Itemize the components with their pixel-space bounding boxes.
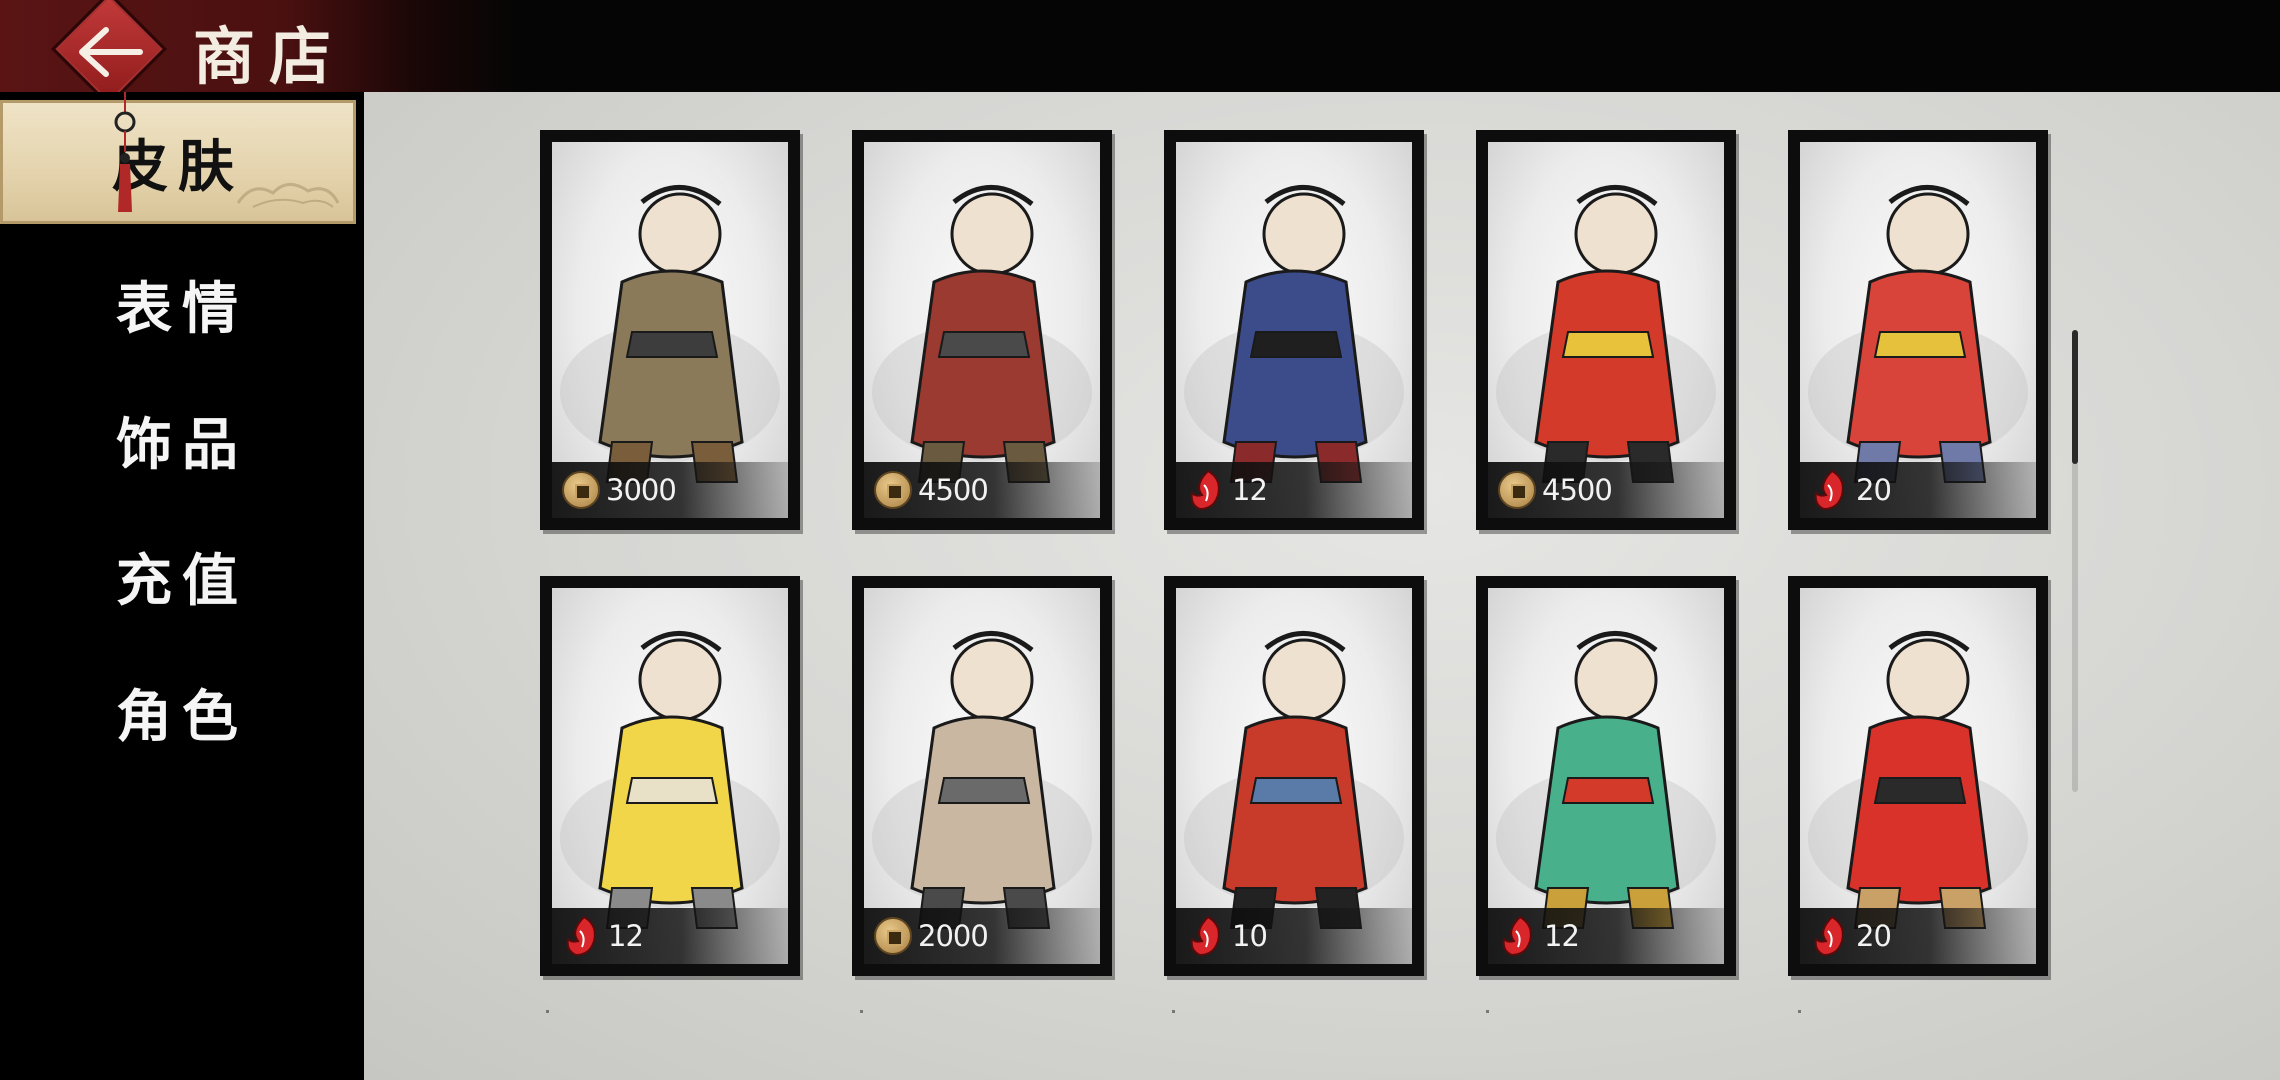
skin-card-artwork: 20	[1800, 588, 2036, 964]
ink-dot	[546, 1010, 549, 1013]
price-label: 4500	[1542, 473, 1613, 507]
price-label: 12	[608, 919, 644, 953]
coin-icon	[1498, 471, 1536, 509]
sidebar-item-emotes[interactable]: 表情	[0, 248, 364, 360]
ink-dot	[1172, 1010, 1175, 1013]
skin-card[interactable]: 3000	[540, 130, 800, 530]
skin-card[interactable]: 10	[1164, 576, 1424, 976]
jade-gem-icon	[1814, 915, 1844, 957]
price-label: 4500	[918, 473, 989, 507]
price-label: 20	[1856, 919, 1892, 953]
ink-dot	[1798, 1010, 1801, 1013]
price-label: 3000	[606, 473, 677, 507]
jade-gem-icon	[1814, 469, 1844, 511]
sidebar-item-characters[interactable]: 角色	[0, 656, 364, 768]
price-label: 20	[1856, 473, 1892, 507]
skin-card[interactable]: 20	[1788, 576, 2048, 976]
ink-dot	[860, 1010, 863, 1013]
price-tag: 20	[1800, 908, 2036, 964]
skin-card[interactable]: 20	[1788, 130, 2048, 530]
sidebar-item-recharge[interactable]: 充值	[0, 520, 364, 632]
skin-card[interactable]: 2000	[852, 576, 1112, 976]
skin-card-artwork: 12	[1176, 142, 1412, 518]
price-label: 12	[1232, 473, 1268, 507]
skin-card[interactable]: 12	[1164, 130, 1424, 530]
page-title: 商店	[193, 20, 346, 93]
category-sidebar: 皮肤 表情 饰品 充值 角色	[0, 92, 364, 1080]
skin-card-artwork: 4500	[1488, 142, 1724, 518]
price-tag: 12	[1488, 908, 1724, 964]
price-tag: 4500	[1488, 462, 1724, 518]
price-tag: 12	[1176, 462, 1412, 518]
price-tag: 3000	[552, 462, 788, 518]
back-arrow-icon[interactable]	[76, 24, 146, 80]
price-tag: 4500	[864, 462, 1100, 518]
scrollbar-thumb[interactable]	[2072, 330, 2078, 464]
price-tag: 10	[1176, 908, 1412, 964]
skin-card-artwork: 2000	[864, 588, 1100, 964]
sidebar-item-label: 充值	[116, 547, 248, 614]
skin-card-artwork: 10	[1176, 588, 1412, 964]
jade-gem-icon	[1190, 469, 1220, 511]
jade-gem-icon	[566, 915, 596, 957]
skin-card-artwork: 4500	[864, 142, 1100, 518]
price-label: 2000	[918, 919, 989, 953]
skin-card[interactable]: 4500	[852, 130, 1112, 530]
skin-card-artwork: 12	[552, 588, 788, 964]
sidebar-item-skins[interactable]: 皮肤	[0, 100, 356, 224]
price-tag: 2000	[864, 908, 1100, 964]
cloud-decoration-icon	[236, 183, 340, 208]
chinese-knot-icon	[114, 92, 136, 212]
ink-dot	[1486, 1010, 1489, 1013]
jade-gem-icon	[1190, 915, 1220, 957]
coin-icon	[562, 471, 600, 509]
jade-gem-icon	[1502, 915, 1532, 957]
coin-icon	[874, 471, 912, 509]
skin-card-artwork: 12	[1488, 588, 1724, 964]
skin-card[interactable]: 4500	[1476, 130, 1736, 530]
skin-card-artwork: 3000	[552, 142, 788, 518]
skin-card-artwork: 20	[1800, 142, 2036, 518]
price-tag: 12	[552, 908, 788, 964]
price-label: 12	[1544, 919, 1580, 953]
sidebar-item-accessories[interactable]: 饰品	[0, 384, 364, 496]
coin-icon	[874, 917, 912, 955]
skin-card[interactable]: 12	[1476, 576, 1736, 976]
sidebar-item-label: 角色	[116, 683, 248, 750]
price-tag: 20	[1800, 462, 2036, 518]
skin-card[interactable]: 12	[540, 576, 800, 976]
price-label: 10	[1232, 919, 1268, 953]
sidebar-item-label: 表情	[116, 275, 248, 342]
sidebar-item-label: 饰品	[116, 411, 248, 478]
